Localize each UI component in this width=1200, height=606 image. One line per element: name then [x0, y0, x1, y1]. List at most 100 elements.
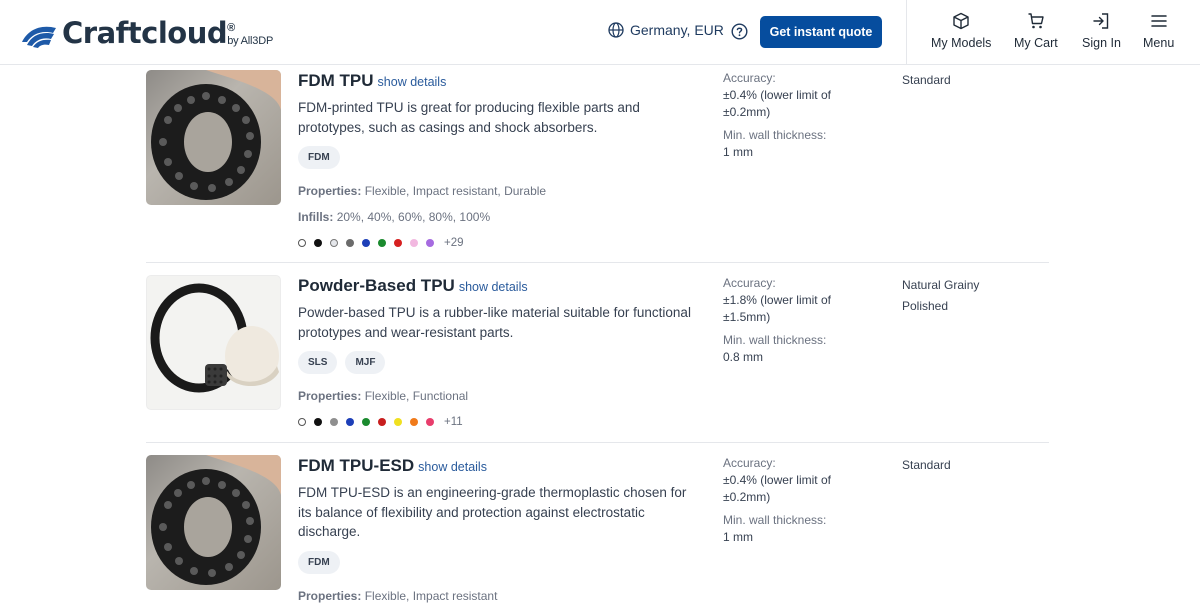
accuracy-label: Accuracy: [723, 71, 776, 85]
material-specs: Accuracy: ±0.4% (lower limit of ±0.2mm) … [723, 70, 853, 161]
globe-icon [608, 22, 624, 38]
technology-tag: FDM [298, 550, 340, 574]
infills-value: 20%, 40%, 60%, 80%, 100% [336, 210, 491, 224]
wall-thickness-label: Min. wall thickness: [723, 513, 827, 527]
accuracy-value: ±0.4% (lower limit of ±0.2mm) [723, 88, 831, 119]
show-details-link[interactable]: show details [378, 75, 447, 89]
show-details-link[interactable]: show details [459, 280, 528, 294]
logo-wordmark: Craftcloud [62, 16, 228, 50]
nav-label: Menu [1143, 36, 1175, 50]
finish-option: Polished [902, 299, 949, 313]
material-specs: Accuracy: ±0.4% (lower limit of ±0.2mm) … [723, 455, 853, 546]
material-info: Powder-Based TPU show details Powder-bas… [298, 276, 693, 428]
color-swatch[interactable] [314, 418, 322, 426]
color-swatch[interactable] [426, 239, 434, 247]
region-label: Germany, EUR [630, 22, 724, 38]
tpu-esd-lattice-part-image [151, 455, 281, 585]
nav-label: Sign In [1082, 36, 1121, 50]
color-swatches: +29 [298, 237, 693, 249]
nav-label: My Cart [1014, 36, 1058, 50]
material-info: FDM TPU show details FDM-printed TPU is … [298, 71, 693, 249]
color-swatch[interactable] [410, 418, 418, 426]
cart-icon [1028, 13, 1044, 29]
finishes: Standard [902, 455, 951, 476]
color-swatch[interactable] [378, 418, 386, 426]
cube-icon [953, 12, 969, 30]
material-properties: Properties: Flexible, Impact resistant [298, 589, 693, 603]
properties-label: Properties: [298, 588, 362, 603]
properties-label: Properties: [298, 389, 362, 403]
nav-sign-in[interactable]: Sign In [1082, 12, 1121, 50]
nav-my-cart[interactable]: My Cart [1014, 12, 1058, 50]
properties-value: Flexible, Functional [364, 389, 469, 403]
color-swatch[interactable] [394, 418, 402, 426]
color-swatch[interactable] [378, 239, 386, 247]
show-details-link[interactable]: show details [418, 460, 487, 474]
color-swatch[interactable] [362, 418, 370, 426]
technology-tag: SLS [298, 351, 338, 374]
accuracy-label: Accuracy: [723, 276, 776, 290]
more-colors-count[interactable]: +29 [444, 237, 464, 249]
material-description: FDM TPU-ESD is an engineering-grade ther… [298, 485, 687, 539]
cloud-logo-icon [22, 26, 56, 48]
craftcloud-logo[interactable]: Craftcloud ® by All3DP [20, 14, 273, 48]
finish-option: Natural Grainy [902, 278, 980, 292]
color-swatch[interactable] [410, 239, 418, 247]
nav-my-models[interactable]: My Models [931, 12, 991, 50]
material-title: Powder-Based TPU [298, 276, 455, 295]
finishes: Natural Grainy Polished [902, 275, 979, 317]
color-swatch[interactable] [346, 418, 354, 426]
infills-label: Infills: [298, 210, 334, 224]
material-properties: Properties: Flexible, Functional [298, 389, 693, 403]
material-specs: Accuracy: ±1.8% (lower limit of ±1.5mm) … [723, 275, 853, 366]
logo-registered: ® [227, 22, 236, 34]
material-title: FDM TPU [298, 71, 374, 90]
material-image[interactable] [146, 275, 281, 410]
color-swatch[interactable] [394, 239, 402, 247]
color-swatch[interactable] [298, 239, 306, 247]
top-header: Craftcloud ® by All3DP Germany, EUR Get … [0, 0, 1200, 65]
accuracy-label: Accuracy: [723, 456, 776, 470]
color-swatch[interactable] [314, 239, 322, 247]
technology-tag: MJF [345, 351, 386, 374]
color-swatch[interactable] [346, 239, 354, 247]
color-swatch[interactable] [362, 239, 370, 247]
properties-value: Flexible, Impact resistant [364, 588, 498, 603]
menu-icon [1150, 15, 1167, 27]
material-image[interactable] [146, 455, 281, 590]
wall-thickness-value: 1 mm [723, 530, 753, 544]
accuracy-value: ±0.4% (lower limit of ±0.2mm) [723, 473, 831, 504]
help-icon[interactable] [731, 23, 748, 40]
get-instant-quote-button[interactable]: Get instant quote [760, 16, 882, 48]
color-swatch[interactable] [330, 418, 338, 426]
material-infills: Infills: 20%, 40%, 60%, 80%, 100% [298, 210, 693, 224]
nav-menu[interactable]: Menu [1143, 12, 1174, 50]
powder-tpu-parts-image [150, 283, 279, 393]
material-description: FDM-printed TPU is great for producing f… [298, 100, 640, 135]
properties-label: Properties: [298, 184, 362, 198]
finishes: Standard [902, 70, 951, 91]
row-divider [146, 442, 1049, 443]
finish-option: Standard [902, 73, 951, 87]
technology-tag: FDM [298, 146, 340, 169]
finish-option: Standard [902, 458, 951, 472]
region-currency-selector[interactable]: Germany, EUR [608, 22, 724, 38]
material-image[interactable] [146, 70, 281, 205]
properties-value: Flexible, Impact resistant, Durable [364, 184, 547, 198]
tpu-lattice-part-image [151, 70, 281, 200]
material-info: FDM TPU-ESD show details FDM TPU-ESD is … [298, 456, 693, 603]
logo-by-all3dp: by All3DP [227, 35, 274, 47]
accuracy-value: ±1.8% (lower limit of ±1.5mm) [723, 293, 831, 324]
color-swatches: +11 [298, 416, 693, 428]
color-swatch[interactable] [426, 418, 434, 426]
wall-thickness-label: Min. wall thickness: [723, 333, 827, 347]
material-description: Powder-based TPU is a rubber-like materi… [298, 305, 691, 340]
color-swatch[interactable] [330, 239, 338, 247]
material-title: FDM TPU-ESD [298, 456, 415, 475]
color-swatch[interactable] [298, 418, 306, 426]
wall-thickness-value: 0.8 mm [723, 350, 764, 364]
more-colors-count[interactable]: +11 [444, 416, 463, 428]
row-divider [146, 262, 1049, 263]
wall-thickness-value: 1 mm [723, 145, 753, 159]
sign-in-icon [1093, 13, 1109, 29]
